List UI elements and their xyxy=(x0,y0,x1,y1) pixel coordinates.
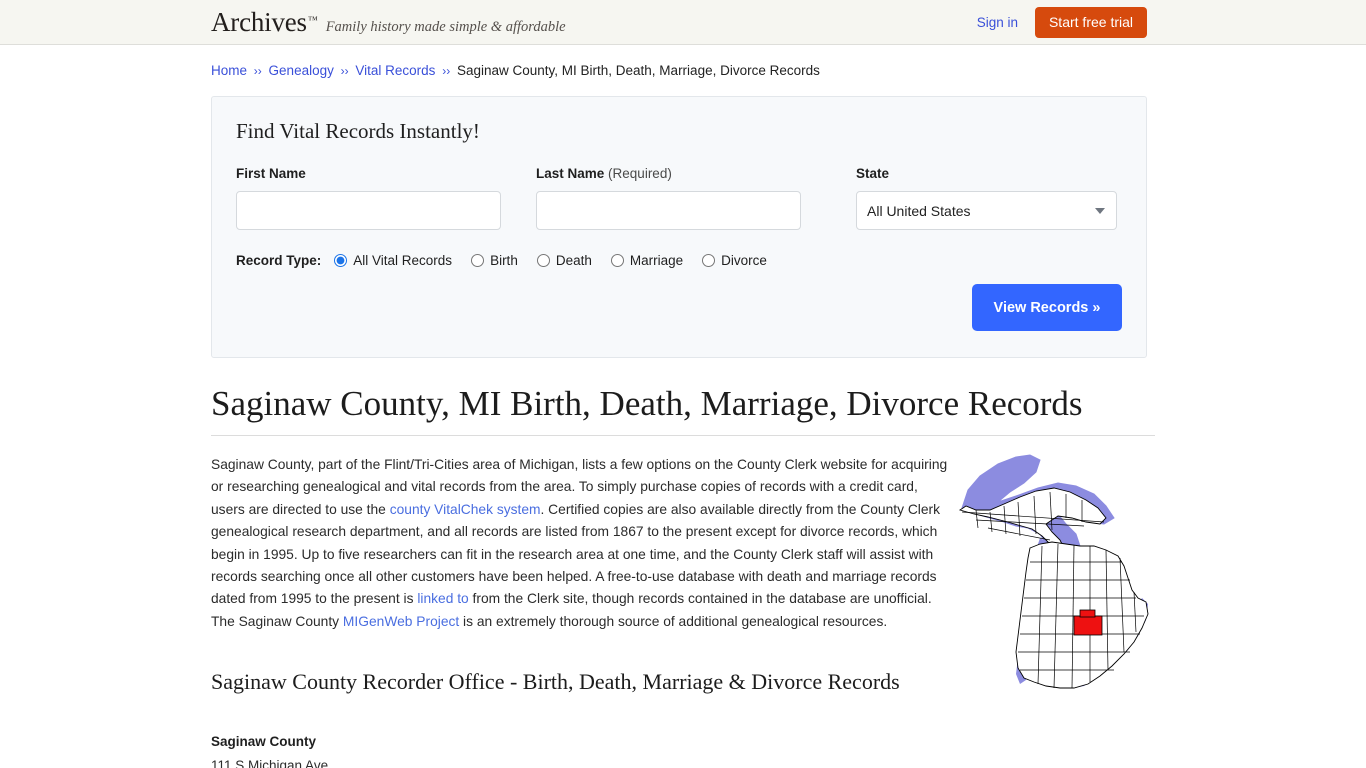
article-paragraph: Saginaw County, part of the Flint/Tri-Ci… xyxy=(211,454,951,633)
migenweb-project-link[interactable]: MIGenWeb Project xyxy=(343,614,459,629)
last-name-required-note: (Required) xyxy=(608,166,672,181)
breadcrumb-current-page: Saginaw County, MI Birth, Death, Marriag… xyxy=(456,63,820,78)
submit-row: View Records » xyxy=(236,284,1122,331)
last-name-label-text: Last Name xyxy=(536,166,605,181)
record-type-radio-marriage[interactable] xyxy=(610,254,624,267)
breadcrumb-item-vital-records[interactable]: Vital Records xyxy=(355,63,435,78)
site-header: Archives ™ Family history made simple & … xyxy=(0,0,1366,45)
brand-tagline: Family history made simple & affordable xyxy=(325,19,566,35)
view-records-button[interactable]: View Records » xyxy=(972,284,1122,331)
record-type-option-death[interactable]: Death xyxy=(536,253,592,268)
title-divider xyxy=(211,435,1155,436)
saginaw-county-highlight xyxy=(1073,615,1103,636)
breadcrumb-item-home[interactable]: Home xyxy=(211,63,247,78)
record-type-option-marriage[interactable]: Marriage xyxy=(610,253,684,268)
page-title: Saginaw County, MI Birth, Death, Marriag… xyxy=(211,384,1083,423)
state-label: State xyxy=(856,166,890,181)
breadcrumb-separator: ›› xyxy=(253,64,262,78)
breadcrumb-separator: ›› xyxy=(442,64,451,78)
record-type-option-divorce[interactable]: Divorce xyxy=(702,253,767,268)
first-name-label: First Name xyxy=(236,166,306,181)
last-name-input[interactable] xyxy=(536,191,801,230)
state-select[interactable]: All United States xyxy=(856,191,1117,230)
header-actions: Sign in Start free trial xyxy=(977,0,1147,45)
search-fields-row: First Name Last Name (Required) State Al… xyxy=(236,166,1122,230)
content-container: Home ›› Genealogy ›› Vital Records ›› Sa… xyxy=(211,45,1156,768)
first-name-field-group: First Name xyxy=(236,166,501,230)
linked-to-link[interactable]: linked to xyxy=(417,591,468,606)
record-type-radio-death[interactable] xyxy=(536,254,550,267)
recorder-office-details: Saginaw County 111 S Michigan Ave xyxy=(211,731,1156,768)
record-type-option-marriage-label: Marriage xyxy=(629,253,684,268)
record-type-option-death-label: Death xyxy=(555,253,592,268)
breadcrumb-item-genealogy[interactable]: Genealogy xyxy=(269,63,334,78)
last-name-label: Last Name (Required) xyxy=(536,166,801,181)
michigan-county-map-image xyxy=(954,452,1152,690)
state-select-wrapper: All United States xyxy=(856,191,1117,230)
record-type-option-all[interactable]: All Vital Records xyxy=(334,253,452,268)
search-panel-title: Find Vital Records Instantly! xyxy=(236,119,480,143)
record-type-row: Record Type: All Vital Records Birth Dea… xyxy=(236,253,1122,268)
first-name-input[interactable] xyxy=(236,191,501,230)
record-type-option-all-label: All Vital Records xyxy=(353,253,453,268)
vitalchek-link[interactable]: county VitalChek system xyxy=(390,502,541,517)
record-type-radio-all[interactable] xyxy=(334,254,348,267)
office-name: Saginaw County xyxy=(211,734,317,750)
sign-in-link[interactable]: Sign in xyxy=(977,15,1018,30)
record-type-option-divorce-label: Divorce xyxy=(721,253,767,268)
record-type-option-birth-label: Birth xyxy=(490,253,518,268)
article-content-row: Saginaw County, part of the Flint/Tri-Ci… xyxy=(211,454,1156,689)
breadcrumb: Home ›› Genealogy ›› Vital Records ›› Sa… xyxy=(211,62,1156,80)
record-type-label: Record Type: xyxy=(236,253,322,268)
brand-logo[interactable]: Archives ™ Family history made simple & … xyxy=(211,7,566,37)
trademark-symbol: ™ xyxy=(307,15,318,26)
record-type-radio-divorce[interactable] xyxy=(702,254,716,267)
vital-records-search-panel: Find Vital Records Instantly! First Name… xyxy=(211,96,1147,358)
map-lower-peninsula xyxy=(1015,541,1149,689)
start-free-trial-button[interactable]: Start free trial xyxy=(1034,7,1147,38)
paragraph-part-4: is an extremely thorough source of addit… xyxy=(459,613,888,629)
record-type-radio-birth[interactable] xyxy=(471,254,485,267)
breadcrumb-separator: ›› xyxy=(340,64,349,78)
record-type-option-birth[interactable]: Birth xyxy=(471,253,518,268)
last-name-field-group: Last Name (Required) xyxy=(536,166,801,230)
brand-name: Archives xyxy=(211,7,307,37)
office-address-line-1: 111 S Michigan Ave xyxy=(211,758,329,768)
state-field-group: State All United States xyxy=(856,166,1117,230)
